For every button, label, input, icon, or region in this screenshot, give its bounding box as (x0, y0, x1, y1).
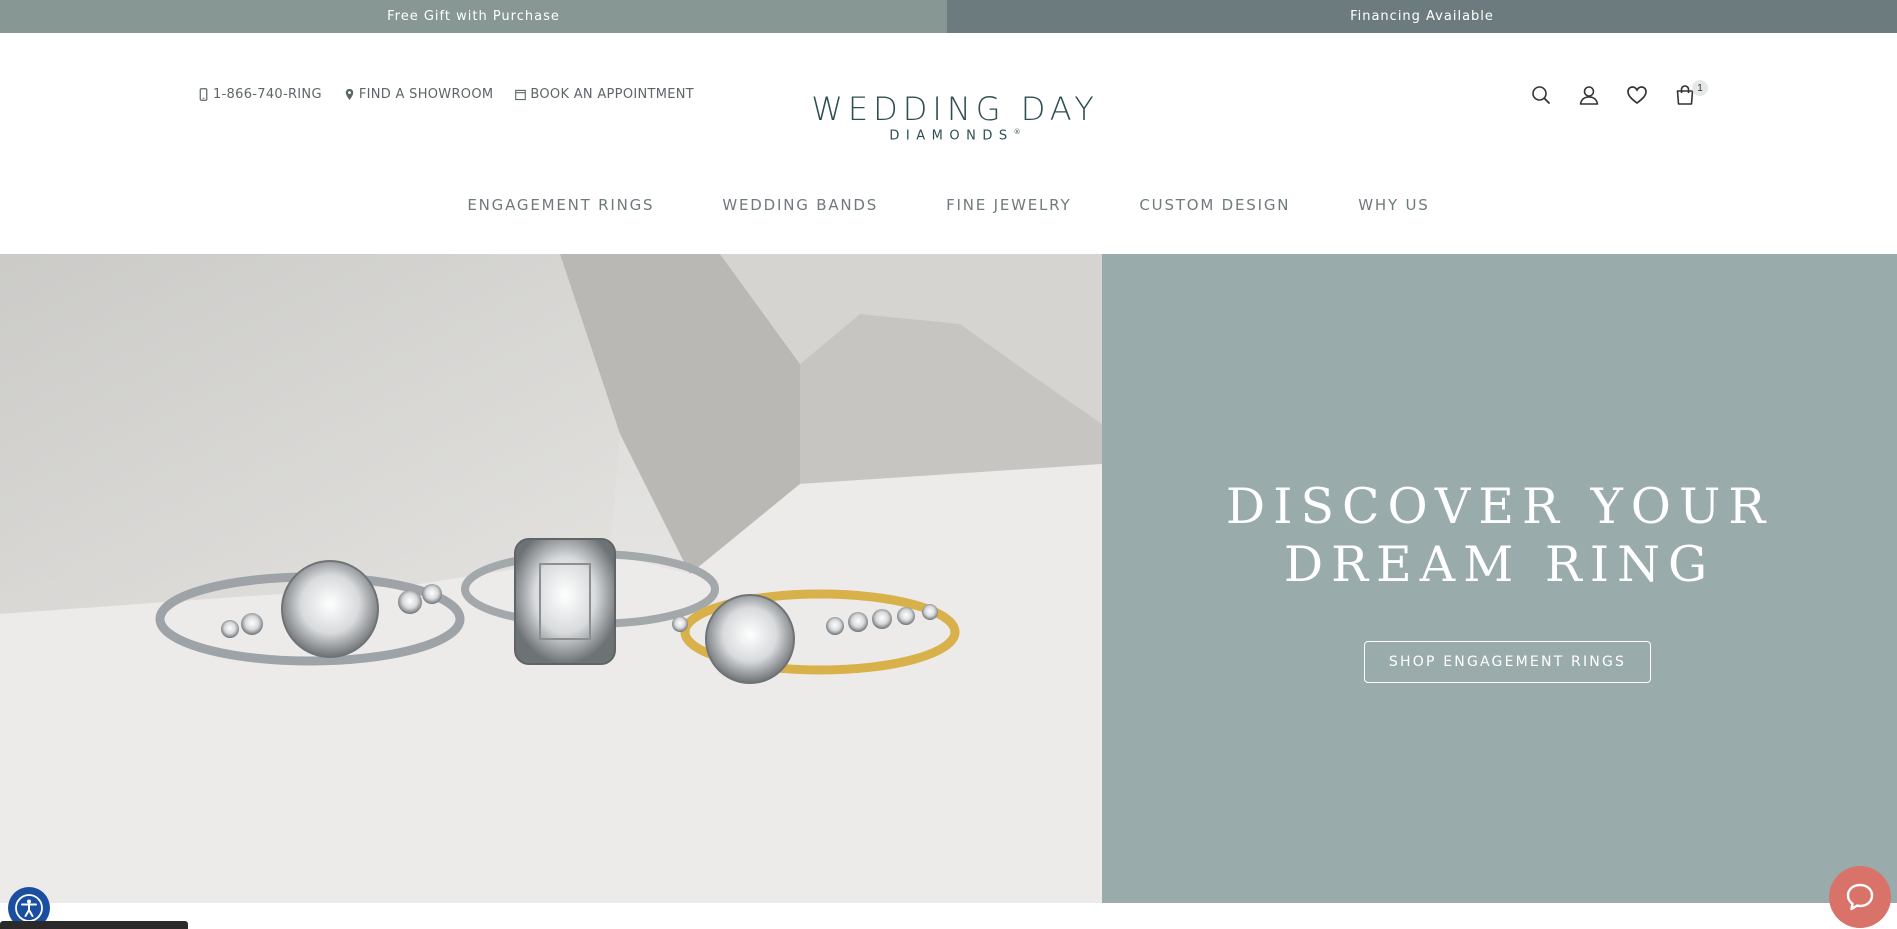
chat-icon (1846, 883, 1874, 911)
calendar-icon (515, 89, 527, 101)
logo-wordmark: WEDDING DAY (811, 90, 1099, 128)
hero-title-line1: DISCOVER YOUR (1225, 478, 1774, 535)
header-icons: 1 (1530, 80, 1708, 106)
hero-title-line2: DREAM RING (1283, 536, 1716, 593)
accessibility-tooltip (0, 921, 188, 929)
hero-title: DISCOVER YOUR DREAM RING (1102, 478, 1897, 594)
chat-button[interactable] (1829, 866, 1891, 928)
promo-bar: Free Gift with Purchase Financing Availa… (0, 0, 1897, 33)
search-icon[interactable] (1530, 84, 1552, 106)
utility-links: 1-866-740-RING FIND A SHOWROOM BOOK AN A… (198, 87, 694, 102)
nav-why-us[interactable]: WHY US (1358, 196, 1429, 214)
cart-count-badge: 1 (1692, 80, 1708, 96)
hero-rings-image[interactable] (0, 254, 1102, 903)
hero-text-panel: DISCOVER YOUR DREAM RING SHOP ENGAGEMENT… (1102, 254, 1897, 903)
book-appointment-link[interactable]: BOOK AN APPOINTMENT (515, 87, 694, 102)
heart-icon[interactable] (1626, 84, 1648, 106)
phone-link[interactable]: 1-866-740-RING (198, 87, 322, 102)
hero-banner: DISCOVER YOUR DREAM RING SHOP ENGAGEMENT… (0, 254, 1897, 903)
shop-engagement-rings-button[interactable]: SHOP ENGAGEMENT RINGS (1364, 641, 1651, 683)
find-showroom-link[interactable]: FIND A SHOWROOM (344, 87, 494, 102)
main-navigation: ENGAGEMENT RINGS WEDDING BANDS FINE JEWE… (0, 196, 1897, 214)
nav-fine-jewelry[interactable]: FINE JEWELRY (946, 196, 1071, 214)
promo-free-gift[interactable]: Free Gift with Purchase (0, 0, 947, 33)
account-icon[interactable] (1578, 84, 1600, 106)
appointment-label: BOOK AN APPOINTMENT (530, 87, 695, 102)
nav-wedding-bands[interactable]: WEDDING BANDS (722, 196, 878, 214)
nav-custom-design[interactable]: CUSTOM DESIGN (1139, 196, 1290, 214)
nav-engagement-rings[interactable]: ENGAGEMENT RINGS (467, 196, 654, 214)
showroom-label: FIND A SHOWROOM (358, 87, 494, 102)
promo-financing[interactable]: Financing Available (947, 0, 1897, 33)
accessibility-icon (15, 894, 43, 922)
phone-label: 1-866-740-RING (213, 87, 322, 102)
shopping-bag-icon[interactable]: 1 (1674, 80, 1708, 106)
map-pin-icon (345, 88, 354, 101)
rings-illustration (0, 254, 1102, 903)
phone-icon (199, 88, 208, 101)
site-logo[interactable]: WEDDING DAY DIAMONDS® (804, 92, 1106, 144)
